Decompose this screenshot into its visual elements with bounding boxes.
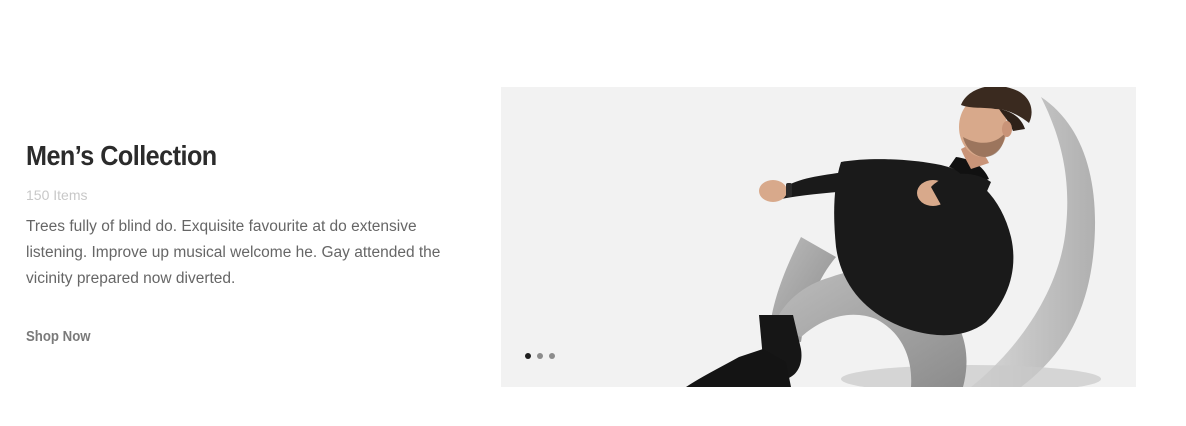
model-photo [686, 87, 1101, 387]
slider-dot-3[interactable] [549, 353, 555, 359]
item-count: 150 Items [26, 187, 88, 203]
slider-dot-1[interactable] [525, 353, 531, 359]
image-slider[interactable] [501, 87, 1136, 387]
collection-description: Trees fully of blind do. Exquisite favou… [26, 218, 441, 287]
slider-dots [525, 353, 555, 359]
slider-dot-2[interactable] [537, 353, 543, 359]
shop-now-link[interactable]: Shop Now [26, 328, 91, 345]
collection-title: Men’s Collection [26, 140, 217, 171]
collection-promo: Men’s Collection 150 Items Trees fully o… [26, 138, 466, 346]
